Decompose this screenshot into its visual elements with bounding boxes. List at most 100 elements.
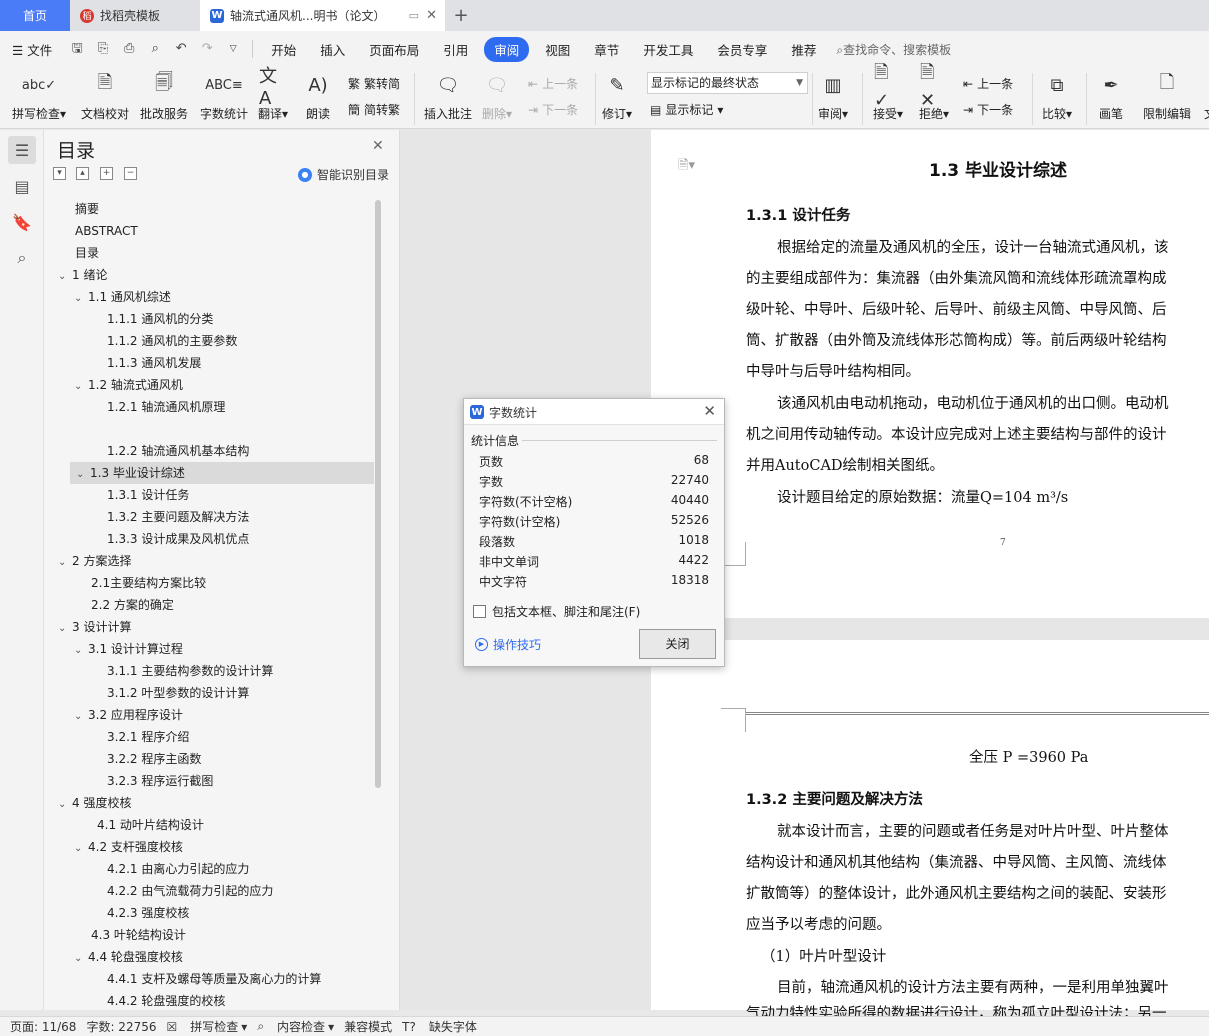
toc-item[interactable]: ⌄ 4 强度校核 <box>58 792 131 814</box>
menu-insert[interactable]: 插入 <box>308 40 357 59</box>
toc-item[interactable]: 3.2.1 程序介绍 <box>107 726 189 748</box>
tab-window-icon[interactable]: ▭ <box>409 9 419 22</box>
print-icon[interactable]: ⎙ <box>121 41 137 57</box>
chevron-down-icon[interactable]: ⌄ <box>74 948 88 970</box>
menu-developer[interactable]: 开发工具 <box>631 40 705 59</box>
close-button[interactable]: 关闭 <box>639 629 716 659</box>
toc-item[interactable]: 2.2 方案的确定 <box>91 594 174 616</box>
prev-comment-button[interactable]: ⇤ 上一条 <box>528 75 578 92</box>
markup-state-select[interactable]: 显示标记的最终状态 ▼ <box>647 72 808 94</box>
chevron-down-icon[interactable]: ⌄ <box>58 552 72 574</box>
translate-button[interactable]: 文A 翻译▾ <box>258 66 288 122</box>
toc-item[interactable]: 1.2.2 轴流通风机基本结构 <box>107 440 249 462</box>
chevron-down-icon[interactable]: ⌄ <box>74 640 88 662</box>
batch-service-button[interactable]: 🗐 批改服务 <box>140 71 188 122</box>
read-aloud-button[interactable]: A) 朗读 <box>304 71 332 122</box>
toc-item[interactable]: 1.1.2 通风机的主要参数 <box>107 330 237 352</box>
include-textbox-checkbox[interactable]: 包括文本框、脚注和尾注(F) <box>473 603 640 620</box>
accept-button[interactable]: 🗎✓ 接受▾ <box>873 62 903 122</box>
smart-toc-button[interactable]: ● 智能识别目录 <box>298 166 389 183</box>
chevron-down-icon[interactable]: ⌄ <box>74 838 88 860</box>
toc-item[interactable]: ⌄ 1 绪论 <box>58 264 107 286</box>
menu-member[interactable]: 会员专享 <box>705 40 779 59</box>
menu-chapter[interactable]: 章节 <box>582 40 631 59</box>
new-tab-button[interactable]: + <box>445 0 477 31</box>
toc-item[interactable]: 1.1.3 通风机发展 <box>107 352 201 374</box>
toc-nav-icon[interactable]: ☰ <box>8 136 36 164</box>
page-indicator[interactable]: 页面: 11/68 <box>10 1018 76 1035</box>
tab-template[interactable]: 稻找稻壳模板 <box>70 0 200 31</box>
toc-item[interactable]: 4.2.3 强度校核 <box>107 902 189 924</box>
menu-references[interactable]: 引用 <box>431 40 480 59</box>
next-change-button[interactable]: ⇥ 下一条 <box>963 101 1013 118</box>
toc-item[interactable]: 1.1.1 通风机的分类 <box>107 308 213 330</box>
toc-item[interactable]: 2.1主要结构方案比较 <box>91 572 206 594</box>
print-preview-icon[interactable]: ⌕ <box>147 41 163 57</box>
menu-start[interactable]: 开始 <box>259 40 308 59</box>
word-count-button[interactable]: ABC≡ 字数统计 <box>200 71 248 122</box>
insert-comment-button[interactable]: 🗨 插入批注 <box>424 71 472 122</box>
chevron-down-icon[interactable]: ⌄ <box>58 266 72 288</box>
missing-font-status[interactable]: T? 缺失字体 <box>402 1018 477 1035</box>
customize-chevron-icon[interactable]: ▽ <box>225 41 241 57</box>
doc-check-button[interactable]: 🗎 文档校对 <box>81 71 129 122</box>
chevron-down-icon[interactable]: ⌄ <box>58 794 72 816</box>
toc-item[interactable]: ⌄ 1.3 毕业设计综述 <box>70 462 374 484</box>
toc-item[interactable]: 1.2.1 轴流通风机原理 <box>107 396 225 418</box>
collapse-all-icon[interactable]: ▾ <box>53 167 66 180</box>
remove-level-icon[interactable]: − <box>124 167 137 180</box>
toc-item[interactable]: 4.1 动叶片结构设计 <box>97 814 204 836</box>
spell-check-button[interactable]: abc✓ 拼写检查▾ <box>12 71 66 122</box>
toc-item[interactable]: 3.1.1 主要结构参数的设计计算 <box>107 660 273 682</box>
prev-change-button[interactable]: ⇤ 上一条 <box>963 75 1013 92</box>
pen-button[interactable]: ✒ 画笔 <box>1097 71 1125 122</box>
chevron-down-icon[interactable]: ⌄ <box>58 618 72 640</box>
close-icon[interactable]: ✕ <box>703 402 716 420</box>
toc-scrollbar[interactable] <box>375 200 381 788</box>
content-check-status[interactable]: ⌕ 内容检查 ▾ <box>257 1018 334 1035</box>
revise-button[interactable]: ✎ 修订▾ <box>602 71 632 122</box>
checkbox-box[interactable] <box>473 605 486 618</box>
toc-item[interactable]: ⌄ 2 方案选择 <box>58 550 131 572</box>
menu-review[interactable]: 审阅 <box>484 36 530 62</box>
traditional-to-simplified-button[interactable]: 繁繁转简 <box>348 75 400 92</box>
toc-item[interactable]: 1.3.2 主要问题及解决方法 <box>107 506 249 528</box>
restrict-edit-button[interactable]: 🗋 限制编辑 <box>1143 71 1191 122</box>
toc-item[interactable]: 1.3.1 设计任务 <box>107 484 189 506</box>
bookmark-icon[interactable]: 🔖 <box>8 208 36 236</box>
overflow-button[interactable]: 文 <box>1196 71 1209 122</box>
toc-item[interactable]: 3.1.2 叶型参数的设计计算 <box>107 682 249 704</box>
toc-item[interactable]: ABSTRACT <box>75 220 138 242</box>
file-menu[interactable]: ☰ 文件 <box>0 40 64 59</box>
toc-item[interactable]: ⌄ 1.2 轴流式通风机 <box>74 374 183 396</box>
delete-comment-button[interactable]: 🗨 删除▾ <box>482 71 512 122</box>
chevron-down-icon[interactable]: ⌄ <box>76 464 90 486</box>
toc-item[interactable]: 目录 <box>75 242 99 264</box>
expand-up-icon[interactable]: ▴ <box>76 167 89 180</box>
compare-button[interactable]: ⧉ 比较▾ <box>1042 71 1072 122</box>
save-icon[interactable]: 🖫 <box>69 41 85 57</box>
toc-item[interactable]: 4.3 叶轮结构设计 <box>91 924 186 946</box>
chapter-nav-icon[interactable]: ▤ <box>8 172 36 200</box>
tips-link[interactable]: ▶ 操作技巧 <box>475 636 541 653</box>
page-menu-icon[interactable]: 🗎▾ <box>678 156 695 178</box>
search-icon[interactable]: ⌕ <box>8 244 36 272</box>
add-level-icon[interactable]: + <box>100 167 113 180</box>
reject-button[interactable]: 🗎✕ 拒绝▾ <box>919 62 949 122</box>
close-icon[interactable]: ✕ <box>372 138 384 154</box>
toc-item[interactable]: 4.4.1 支杆及螺母等质量及离心力的计算 <box>107 968 321 990</box>
toc-item[interactable]: ⌄ 3 设计计算 <box>58 616 131 638</box>
tab-document[interactable]: W 轴流式通风机...明书（论文） ▭ ✕ <box>200 0 445 31</box>
export-pdf-icon[interactable]: ⎘ <box>95 41 111 57</box>
toc-item[interactable]: 摘要 <box>75 198 99 220</box>
spell-check-status[interactable]: ☒ 拼写检查 ▾ <box>167 1018 248 1035</box>
toc-item[interactable]: 4.2.2 由气流载荷力引起的应力 <box>107 880 273 902</box>
close-icon[interactable]: ✕ <box>426 8 437 23</box>
simplified-to-traditional-button[interactable]: 簡简转繁 <box>348 101 400 118</box>
command-search[interactable]: ⌕查找命令、搜索模板 <box>836 41 951 58</box>
toc-item[interactable]: 1.3.3 设计成果及风机优点 <box>107 528 249 550</box>
compat-mode-status[interactable]: 兼容模式 <box>344 1018 392 1035</box>
menu-layout[interactable]: 页面布局 <box>357 40 431 59</box>
next-comment-button[interactable]: ⇥ 下一条 <box>528 101 578 118</box>
chevron-down-icon[interactable]: ⌄ <box>74 706 88 728</box>
